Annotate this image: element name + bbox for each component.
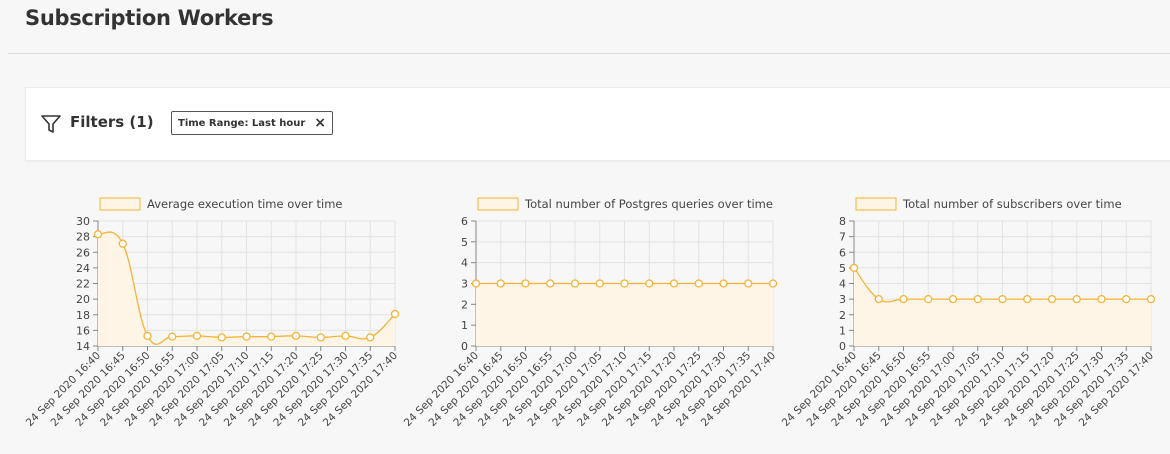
data-point	[998, 294, 1007, 304]
chart-svg: Total number of Postgres queries over ti…	[402, 197, 778, 429]
chart-svg: Average execution time over time 14 16 18 20…	[24, 197, 400, 429]
y-tick-label: 1	[839, 324, 846, 337]
title-divider	[8, 53, 1170, 54]
data-point	[471, 279, 481, 288]
y-tick-label: 5	[461, 236, 468, 249]
y-tick-label: 1	[461, 319, 468, 332]
data-point	[744, 279, 753, 288]
data-point	[874, 294, 883, 304]
y-tick-label: 8	[839, 215, 846, 228]
series-area	[476, 283, 773, 346]
legend-label: Total number of Postgres queries over ti…	[524, 197, 773, 211]
legend-swatch	[99, 197, 141, 211]
y-tick-label: 26	[76, 246, 90, 259]
chart-svg: Total number of subscribers over time 0 1 2…	[780, 197, 1156, 429]
y-tick-label: 22	[76, 278, 90, 291]
y-tick-label: 20	[76, 293, 90, 306]
data-point	[1072, 294, 1081, 304]
data-point	[267, 332, 276, 341]
data-point	[1097, 294, 1106, 304]
y-tick-label: 7	[839, 231, 846, 244]
legend-swatch	[477, 197, 519, 211]
data-point	[390, 309, 400, 319]
legend-swatch	[855, 197, 897, 211]
data-point	[1122, 294, 1131, 304]
data-point	[1023, 294, 1032, 304]
data-point	[849, 263, 859, 273]
y-tick-label: 4	[461, 257, 468, 270]
y-tick-label: 3	[839, 293, 846, 306]
y-tick-label: 2	[461, 298, 468, 311]
data-point	[899, 294, 908, 304]
filter-chip-label: Time Range: Last hour	[178, 117, 306, 129]
y-tick-label: 30	[76, 215, 90, 228]
data-point	[143, 331, 152, 340]
y-tick-label: 16	[76, 324, 90, 337]
data-point	[645, 279, 654, 288]
chart-avg-execution-time: Average execution time over time 14 16 18 20…	[24, 188, 400, 454]
data-point	[242, 332, 251, 341]
y-tick-label: 24	[76, 262, 90, 275]
data-point	[719, 279, 728, 288]
data-point	[546, 279, 555, 288]
filters-bar: Filters (1) Time Range: Last hour ×	[25, 87, 1170, 161]
data-point	[93, 230, 103, 239]
data-point	[620, 279, 629, 288]
data-point	[291, 331, 301, 340]
data-point	[192, 331, 202, 340]
y-tick-label: 28	[76, 231, 90, 244]
data-point	[595, 279, 604, 288]
data-point	[118, 239, 127, 248]
page-title: Subscription Workers	[25, 6, 274, 30]
data-point	[521, 279, 530, 288]
chart-subscribers: Total number of subscribers over time 0 1 2…	[780, 188, 1156, 454]
data-point	[341, 331, 350, 340]
chart-legend: Total number of subscribers over time	[855, 197, 1122, 211]
y-tick-label: 3	[461, 278, 468, 291]
data-point	[973, 294, 982, 304]
y-tick-label: 2	[839, 309, 846, 322]
data-point	[924, 294, 933, 304]
data-point	[1047, 294, 1057, 304]
y-tick-label: 14	[76, 340, 90, 353]
data-point	[316, 333, 325, 342]
y-tick-label: 6	[461, 215, 468, 228]
y-tick-label: 6	[839, 246, 846, 259]
y-tick-label: 0	[461, 340, 468, 353]
close-icon[interactable]: ×	[314, 116, 326, 130]
y-tick-label: 4	[839, 278, 846, 291]
data-point	[768, 279, 778, 288]
chart-legend: Average execution time over time	[99, 197, 343, 211]
data-point	[217, 333, 226, 342]
legend-label: Total number of subscribers over time	[902, 197, 1122, 211]
data-point	[366, 333, 375, 342]
data-point	[1146, 294, 1156, 304]
chart-postgres-queries: Total number of Postgres queries over ti…	[402, 188, 778, 454]
legend-label: Average execution time over time	[147, 197, 343, 211]
data-point	[168, 332, 177, 341]
y-tick-label: 5	[839, 262, 846, 275]
filters-label[interactable]: Filters (1)	[70, 113, 154, 131]
data-point	[948, 294, 958, 304]
data-point	[570, 279, 580, 288]
y-tick-label: 18	[76, 309, 90, 322]
data-point	[669, 279, 679, 288]
time-range-filter-chip[interactable]: Time Range: Last hour ×	[171, 111, 334, 135]
data-point	[496, 279, 505, 288]
filter-icon[interactable]	[40, 113, 62, 135]
data-point	[694, 279, 703, 288]
chart-legend: Total number of Postgres queries over ti…	[477, 197, 773, 211]
y-tick-label: 0	[839, 340, 846, 353]
